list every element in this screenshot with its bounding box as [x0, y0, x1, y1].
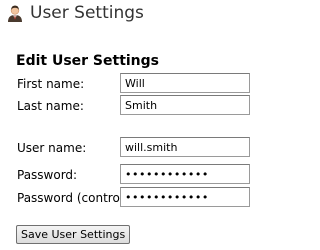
- form-title: Edit User Settings: [16, 53, 160, 69]
- user-icon: [6, 4, 24, 22]
- user-name-field[interactable]: [120, 137, 250, 157]
- user-name-row: User name:: [17, 137, 257, 159]
- password-label: Password:: [17, 168, 78, 182]
- password-control-label: Password (control):: [17, 191, 132, 205]
- user-name-label: User name:: [17, 141, 87, 155]
- last-name-row: Last name:: [17, 95, 257, 117]
- password-field[interactable]: [120, 164, 250, 184]
- first-name-label: First name:: [17, 77, 85, 91]
- password-control-row: Password (control):: [17, 187, 257, 209]
- first-name-field[interactable]: [120, 73, 250, 93]
- password-row: Password:: [17, 164, 257, 186]
- save-user-settings-button[interactable]: Save User Settings: [16, 225, 131, 244]
- first-name-row: First name:: [17, 73, 257, 95]
- last-name-field[interactable]: [120, 95, 250, 115]
- page-header: User Settings: [6, 3, 144, 23]
- page-title: User Settings: [30, 3, 144, 23]
- last-name-label: Last name:: [17, 99, 84, 113]
- password-control-field[interactable]: [120, 187, 250, 207]
